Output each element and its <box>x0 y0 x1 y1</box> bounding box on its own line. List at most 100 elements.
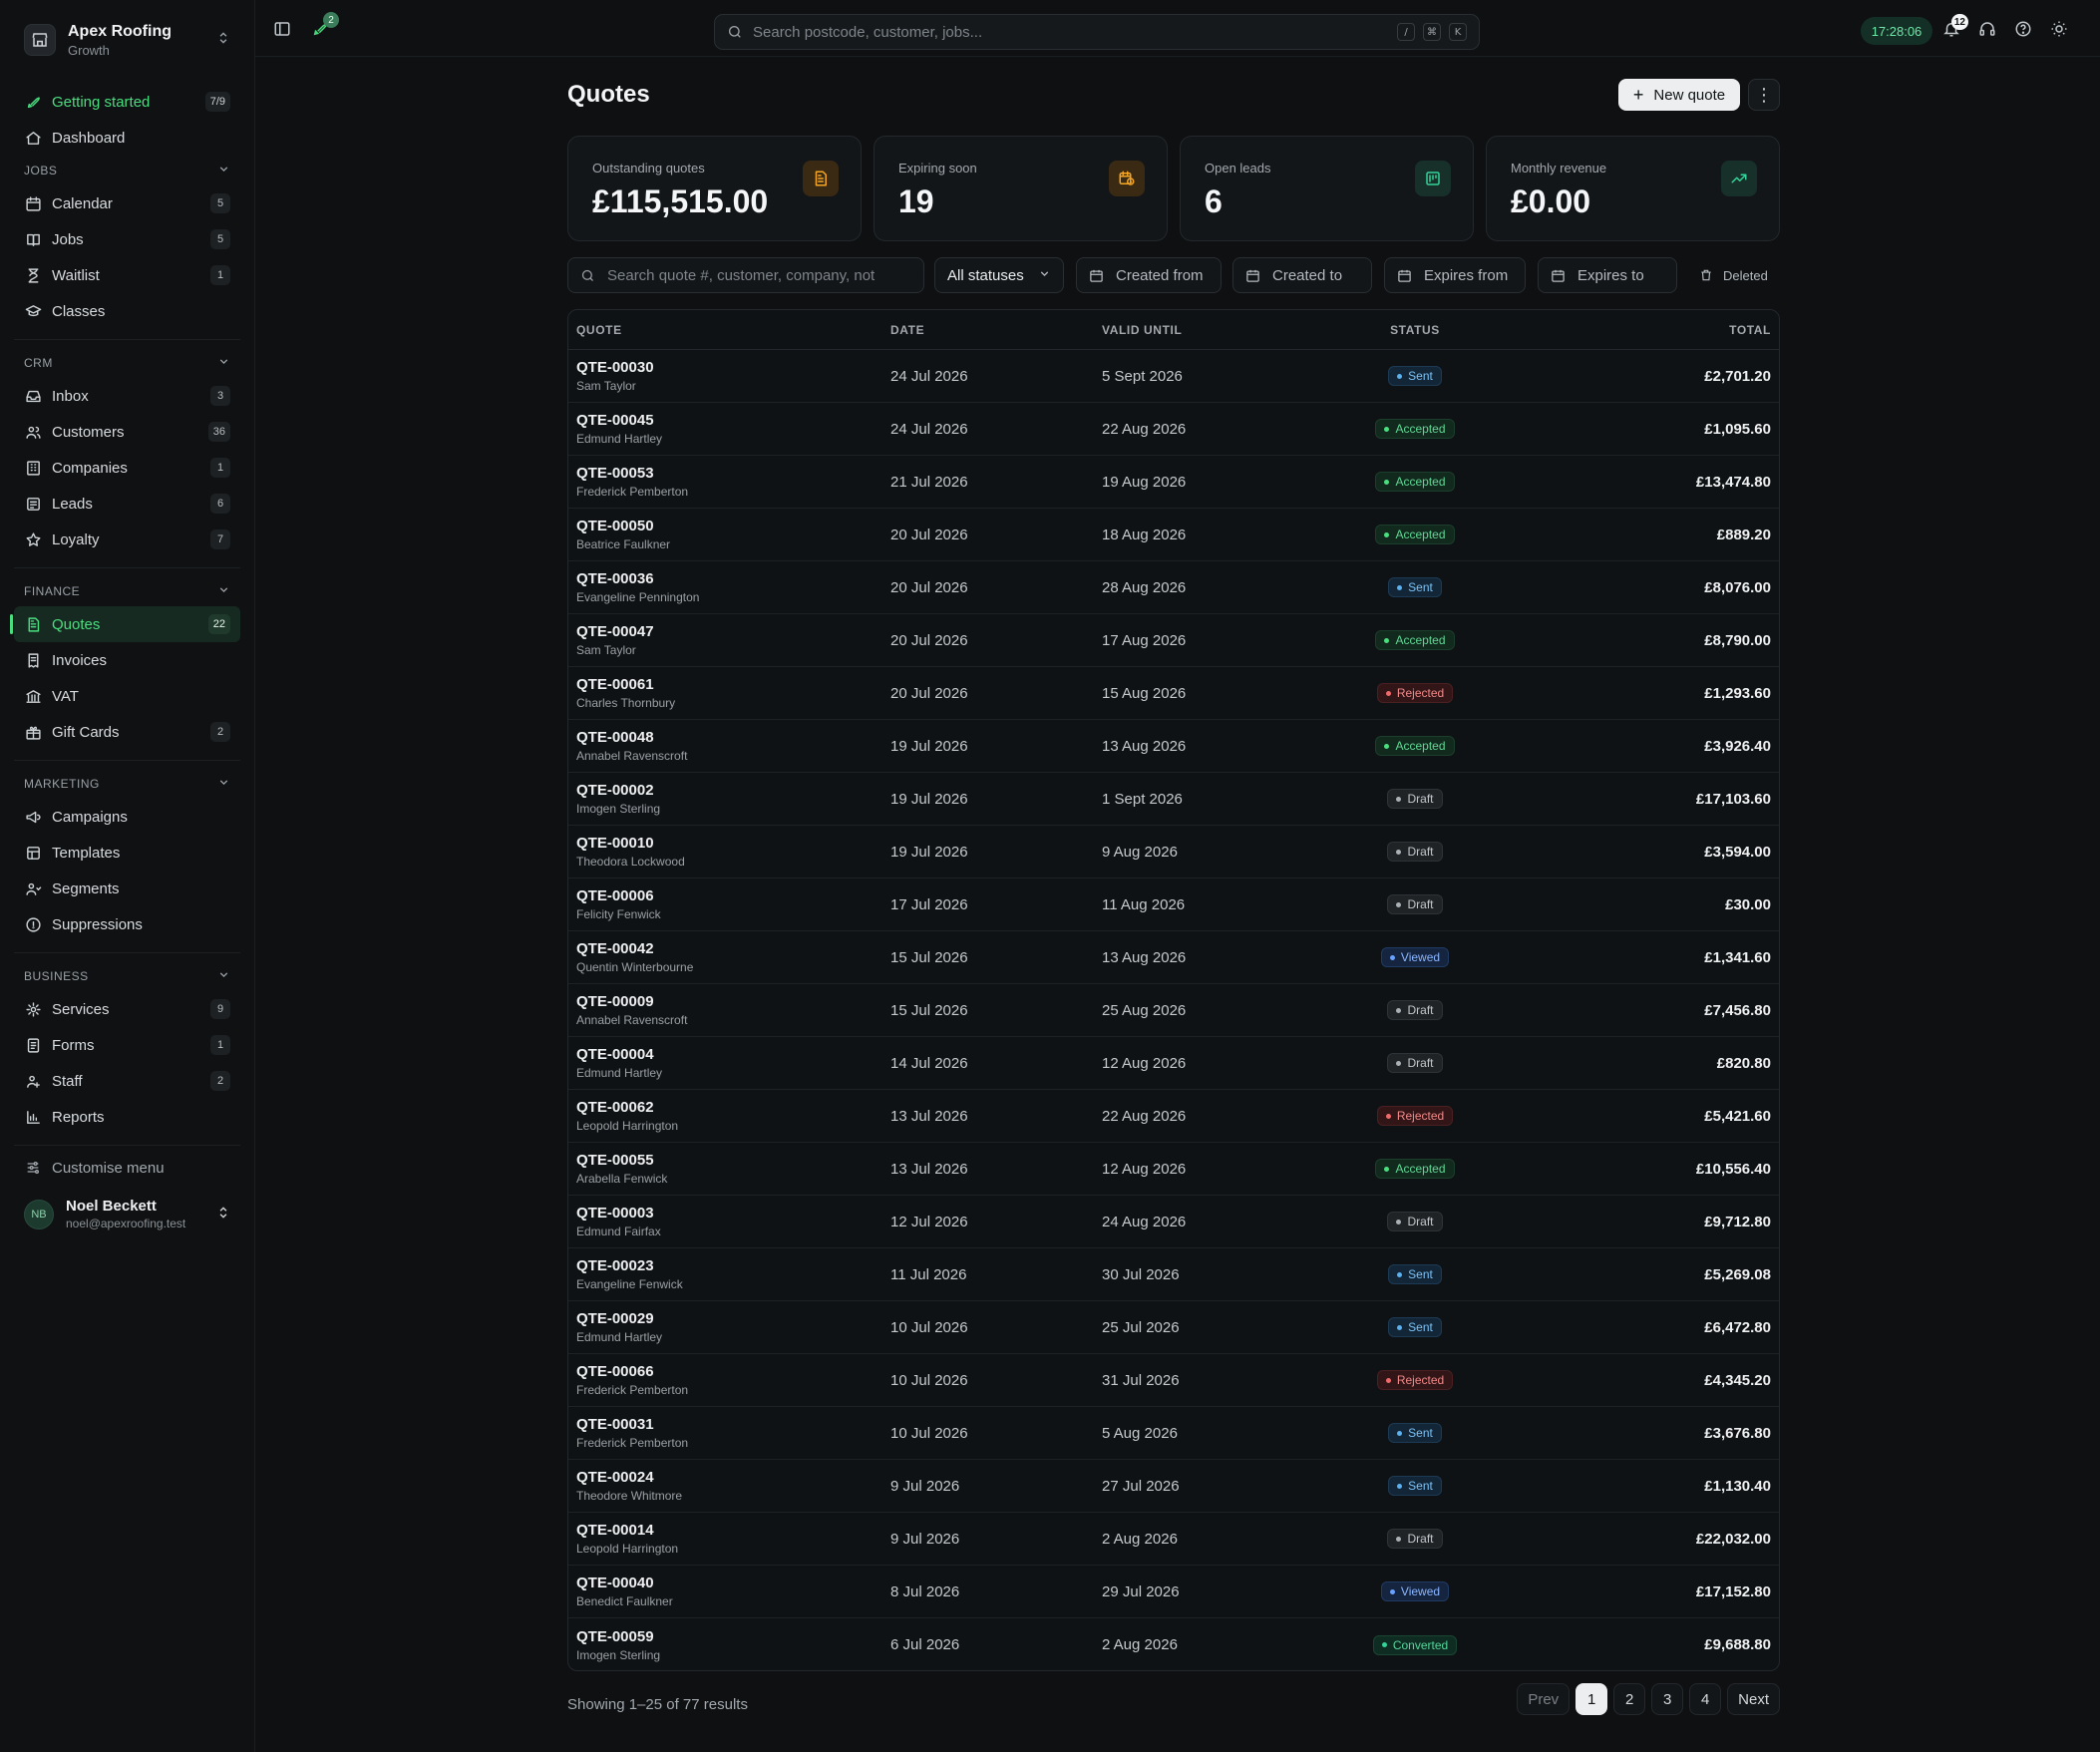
user-menu[interactable]: NB Noel Beckett noel@apexroofing.test <box>14 1186 240 1242</box>
table-row[interactable]: QTE-00009 Annabel Ravenscroft 15 Jul 2026 2… <box>568 984 1779 1037</box>
headset-icon[interactable] <box>1978 20 1996 38</box>
quote-number[interactable]: QTE-00004 <box>576 1046 890 1063</box>
sidebar-section-header[interactable]: FINANCE <box>14 576 240 606</box>
table-row[interactable]: QTE-00023 Evangeline Fenwick 11 Jul 2026 30… <box>568 1248 1779 1301</box>
table-row[interactable]: QTE-00029 Edmund Hartley 10 Jul 2026 25 Jul… <box>568 1301 1779 1354</box>
created-from-picker[interactable]: Created from <box>1076 257 1222 293</box>
table-row[interactable]: QTE-00048 Annabel Ravenscroft 19 Jul 2026 1… <box>568 720 1779 773</box>
page-button-4[interactable]: 4 <box>1689 1683 1722 1715</box>
table-row[interactable]: QTE-00066 Frederick Pemberton 10 Jul 2026 3… <box>568 1354 1779 1407</box>
sidebar-item-invoices[interactable]: Invoices <box>14 642 240 678</box>
quote-number[interactable]: QTE-00010 <box>576 835 890 852</box>
sidebar-item-quotes[interactable]: Quotes 22 <box>10 606 240 642</box>
sidebar-section-header[interactable]: MARKETING <box>14 769 240 799</box>
expires-to-picker[interactable]: Expires to <box>1538 257 1677 293</box>
table-row[interactable]: QTE-00045 Edmund Hartley 24 Jul 2026 22 Aug… <box>568 403 1779 456</box>
quote-number[interactable]: QTE-00036 <box>576 570 890 587</box>
quote-number[interactable]: QTE-00003 <box>576 1205 890 1222</box>
table-row[interactable]: QTE-00003 Edmund Fairfax 12 Jul 2026 24 Aug… <box>568 1196 1779 1248</box>
sidebar-item-loyalty[interactable]: Loyalty 7 <box>14 522 240 557</box>
page-button-3[interactable]: 3 <box>1651 1683 1684 1715</box>
quote-number[interactable]: QTE-00053 <box>576 465 890 482</box>
table-row[interactable]: QTE-00059 Imogen Sterling 6 Jul 2026 2 Aug … <box>568 1618 1779 1670</box>
sun-icon[interactable] <box>2050 20 2068 38</box>
table-row[interactable]: QTE-00042 Quentin Winterbourne 15 Jul 2026… <box>568 931 1779 984</box>
sidebar-item-dashboard[interactable]: Dashboard <box>14 120 240 156</box>
table-row[interactable]: QTE-00030 Sam Taylor 24 Jul 2026 5 Sept 202… <box>568 350 1779 403</box>
sidebar-item-segments[interactable]: Segments <box>14 871 240 906</box>
quote-number[interactable]: QTE-00061 <box>576 676 890 693</box>
stat-card-open-leads[interactable]: Open leads 6 <box>1180 136 1474 241</box>
table-row[interactable]: QTE-00053 Frederick Pemberton 21 Jul 2026 1… <box>568 456 1779 509</box>
quote-number[interactable]: QTE-00006 <box>576 887 890 904</box>
table-row[interactable]: QTE-00014 Leopold Harrington 9 Jul 2026 2 A… <box>568 1513 1779 1566</box>
sidebar-item-reports[interactable]: Reports <box>14 1099 240 1135</box>
sidebar-item-getting-started[interactable]: Getting started 7/9 <box>14 84 240 120</box>
rocket-icon[interactable]: 2 <box>311 12 339 38</box>
sidebar-item-calendar[interactable]: Calendar 5 <box>14 185 240 221</box>
quote-search-input[interactable]: Search quote #, customer, company, not <box>567 257 924 293</box>
sidebar-section-header[interactable]: BUSINESS <box>14 961 240 991</box>
quote-number[interactable]: QTE-00055 <box>576 1152 890 1169</box>
sidebar-item-forms[interactable]: Forms 1 <box>14 1027 240 1063</box>
sidebar-item-jobs[interactable]: Jobs 5 <box>14 221 240 257</box>
status-select[interactable]: All statuses <box>934 257 1064 293</box>
table-row[interactable]: QTE-00040 Benedict Faulkner 8 Jul 2026 29 J… <box>568 1566 1779 1618</box>
quote-number[interactable]: QTE-00047 <box>576 623 890 640</box>
table-row[interactable]: QTE-00050 Beatrice Faulkner 20 Jul 2026 18 … <box>568 509 1779 561</box>
quote-number[interactable]: QTE-00024 <box>576 1469 890 1486</box>
table-row[interactable]: QTE-00010 Theodora Lockwood 19 Jul 2026 9 A… <box>568 826 1779 878</box>
sidebar-item-inbox[interactable]: Inbox 3 <box>14 378 240 414</box>
quote-number[interactable]: QTE-00045 <box>576 412 890 429</box>
table-row[interactable]: QTE-00036 Evangeline Pennington 20 Jul 202… <box>568 561 1779 614</box>
more-options-button[interactable]: ⋮ <box>1748 79 1780 111</box>
quote-number[interactable]: QTE-00031 <box>576 1416 890 1433</box>
table-row[interactable]: QTE-00047 Sam Taylor 20 Jul 2026 17 Aug 202… <box>568 614 1779 667</box>
quote-number[interactable]: QTE-00050 <box>576 518 890 534</box>
sidebar-section-header[interactable]: CRM <box>14 348 240 378</box>
quote-number[interactable]: QTE-00029 <box>576 1310 890 1327</box>
help-icon[interactable] <box>2014 20 2032 38</box>
quote-number[interactable]: QTE-00023 <box>576 1257 890 1274</box>
stat-card-outstanding-quotes[interactable]: Outstanding quotes £115,515.00 <box>567 136 862 241</box>
table-row[interactable]: QTE-00006 Felicity Fenwick 17 Jul 2026 11 A… <box>568 878 1779 931</box>
sidebar-item-leads[interactable]: Leads 6 <box>14 486 240 522</box>
new-quote-button[interactable]: + New quote <box>1618 79 1740 111</box>
sidebar-item-templates[interactable]: Templates <box>14 835 240 871</box>
quote-number[interactable]: QTE-00042 <box>576 940 890 957</box>
quote-number[interactable]: QTE-00066 <box>576 1363 890 1380</box>
sidebar-section-header[interactable]: JOBS <box>14 156 240 185</box>
table-row[interactable]: QTE-00004 Edmund Hartley 14 Jul 2026 12 Aug… <box>568 1037 1779 1090</box>
sidebar-item-classes[interactable]: Classes <box>14 293 240 329</box>
sidebar-item-customers[interactable]: Customers 36 <box>14 414 240 450</box>
page-button-2[interactable]: 2 <box>1613 1683 1646 1715</box>
sidebar-item-services[interactable]: Services 9 <box>14 991 240 1027</box>
page-button-1[interactable]: 1 <box>1575 1683 1608 1715</box>
prev-page-button[interactable]: Prev <box>1517 1683 1571 1715</box>
workspace-switcher[interactable]: Apex Roofing Growth <box>14 0 240 80</box>
table-row[interactable]: QTE-00024 Theodore Whitmore 9 Jul 2026 27 J… <box>568 1460 1779 1513</box>
column-header-valid-until[interactable]: VALID UNTIL <box>1102 323 1311 337</box>
quote-number[interactable]: QTE-00059 <box>576 1628 890 1645</box>
sidebar-item-companies[interactable]: Companies 1 <box>14 450 240 486</box>
created-to-picker[interactable]: Created to <box>1232 257 1372 293</box>
table-row[interactable]: QTE-00062 Leopold Harrington 13 Jul 2026 22… <box>568 1090 1779 1143</box>
column-header-total[interactable]: TOTAL <box>1519 323 1779 337</box>
sidebar-item-vat[interactable]: VAT <box>14 678 240 714</box>
quote-number[interactable]: QTE-00048 <box>576 729 890 746</box>
sidebar-item-staff[interactable]: Staff 2 <box>14 1063 240 1099</box>
stat-card-expiring-soon[interactable]: Expiring soon 19 <box>874 136 1168 241</box>
table-row[interactable]: QTE-00061 Charles Thornbury 20 Jul 2026 15 … <box>568 667 1779 720</box>
table-row[interactable]: QTE-00055 Arabella Fenwick 13 Jul 2026 12 A… <box>568 1143 1779 1196</box>
column-header-date[interactable]: DATE <box>890 323 1102 337</box>
quote-number[interactable]: QTE-00062 <box>576 1099 890 1116</box>
sidebar-item-waitlist[interactable]: Waitlist 1 <box>14 257 240 293</box>
table-row[interactable]: QTE-00002 Imogen Sterling 19 Jul 2026 1 Sep… <box>568 773 1779 826</box>
global-search-input[interactable]: Search postcode, customer, jobs... / ⌘ K <box>714 14 1480 50</box>
column-header-status[interactable]: STATUS <box>1311 323 1519 337</box>
deleted-toggle[interactable]: Deleted <box>1699 257 1768 293</box>
column-header-quote[interactable]: QUOTE <box>568 323 890 337</box>
sidebar-item-suppressions[interactable]: Suppressions <box>14 906 240 942</box>
quote-number[interactable]: QTE-00040 <box>576 1575 890 1591</box>
sidebar-item-gift-cards[interactable]: Gift Cards 2 <box>14 714 240 750</box>
